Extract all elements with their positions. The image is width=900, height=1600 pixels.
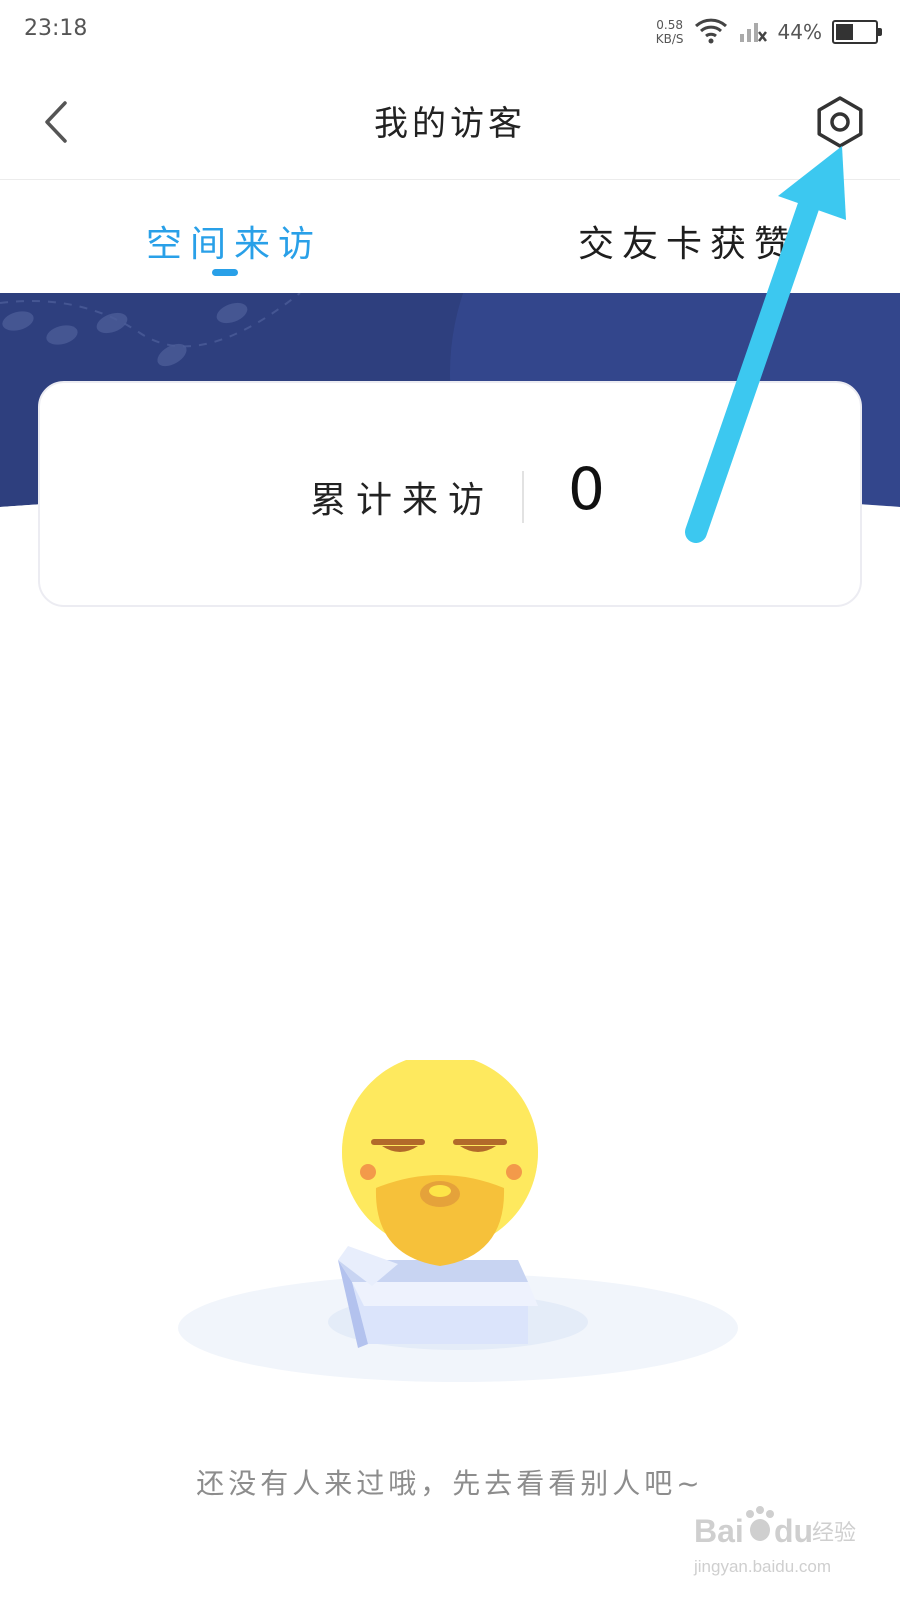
tab-bar: 空间来访 交友卡获赞 — [0, 181, 900, 293]
watermark-url: jingyan.baidu.com — [693, 1557, 831, 1576]
baidu-jingyan-watermark: Bai du 经验 jingyan.baidu.com — [693, 1506, 856, 1576]
watermark-brand-suffix: du — [774, 1513, 813, 1549]
total-visits-value: 0 — [568, 455, 605, 523]
signal-icon — [738, 16, 768, 48]
page-title: 我的访客 — [374, 104, 526, 144]
active-tab-indicator — [212, 269, 238, 276]
nav-bar: 我的访客 — [0, 62, 900, 180]
watermark-product: 经验 — [812, 1521, 856, 1546]
total-visits-label: 累计来访 — [310, 480, 495, 521]
status-time: 23:18 — [24, 16, 88, 41]
empty-state-illustration — [178, 1060, 738, 1382]
settings-button[interactable] — [810, 92, 870, 152]
battery-percent: 44% — [777, 20, 822, 44]
gear-icon — [817, 96, 863, 148]
watermark-brand: Bai — [694, 1513, 744, 1549]
network-speed-unit: KB/S — [655, 32, 684, 46]
tab-space-visits[interactable]: 空间来访 — [146, 215, 322, 267]
wifi-icon — [694, 16, 728, 48]
battery-fill — [836, 24, 853, 40]
tab-card-likes[interactable]: 交友卡获赞 — [578, 215, 798, 267]
status-indicators: 0.58 KB/S 44% — [656, 12, 882, 52]
summary-divider — [522, 471, 524, 523]
visit-summary-card: 累计来访 0 — [38, 381, 862, 607]
battery-icon — [832, 20, 882, 44]
status-bar: 23:18 0.58 KB/S 44% — [0, 0, 900, 62]
network-speed-value: 0.58 — [656, 18, 684, 32]
paw-icon — [746, 1506, 774, 1541]
empty-state-message: 还没有人来过哦，先去看看别人吧~ — [196, 1467, 704, 1500]
network-speed: 0.58 KB/S — [656, 18, 684, 46]
